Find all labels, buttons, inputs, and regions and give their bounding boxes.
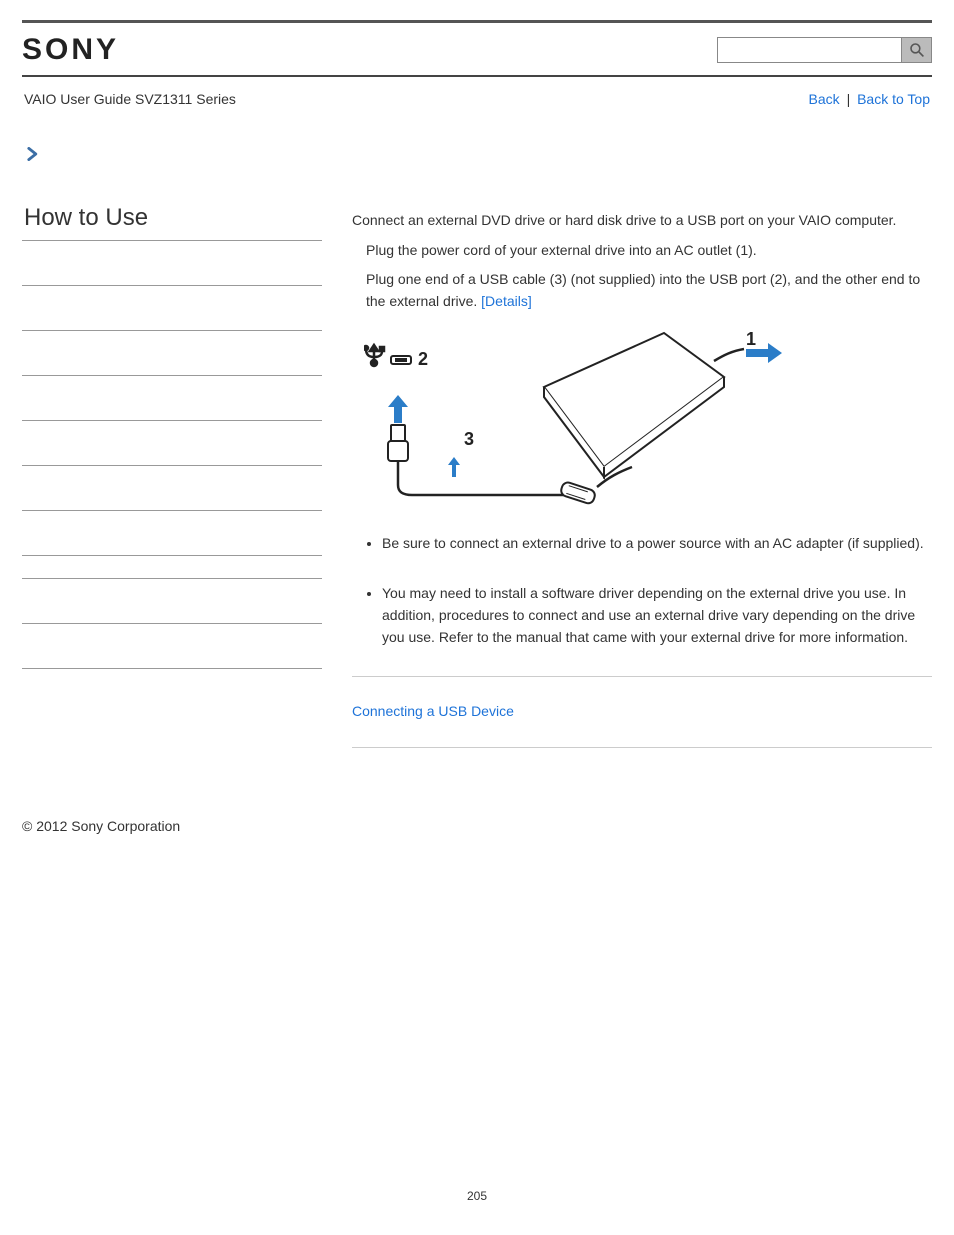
breadcrumb-arrow: [22, 117, 932, 174]
page-number: 205: [0, 1189, 954, 1203]
step-2-text: Plug one end of a USB cable (3) (not sup…: [366, 271, 920, 309]
sub-header: VAIO User Guide SVZ1311 Series Back | Ba…: [22, 77, 932, 117]
related-link[interactable]: Connecting a USB Device: [352, 703, 514, 719]
search-area: [717, 37, 932, 63]
sidebar-row: [22, 511, 322, 556]
main-content: Connect an external DVD drive or hard di…: [352, 204, 932, 772]
diagram-label-2: 2: [418, 349, 428, 369]
back-to-top-link[interactable]: Back to Top: [857, 91, 930, 107]
sidebar-row: [22, 624, 322, 669]
sidebar-heading: How to Use: [24, 204, 322, 232]
sidebar-row: [22, 286, 322, 331]
sidebar-row: [22, 241, 322, 286]
search-input[interactable]: [717, 37, 902, 63]
separator: |: [844, 91, 854, 107]
step-1: Plug the power cord of your external dri…: [352, 240, 932, 262]
sidebar-row: [22, 331, 322, 376]
sony-logo: SONY: [22, 33, 119, 67]
note-bullet-1: Be sure to connect an external drive to …: [382, 533, 932, 555]
details-link[interactable]: [Details]: [481, 293, 532, 309]
diagram-label-1: 1: [746, 329, 756, 349]
search-button[interactable]: [902, 37, 932, 63]
intro-text: Connect an external DVD drive or hard di…: [352, 210, 932, 232]
chevron-right-icon: [26, 147, 40, 161]
diagram-label-3: 3: [464, 429, 474, 449]
sidebar: How to Use: [22, 204, 322, 772]
nav-links: Back | Back to Top: [809, 91, 930, 107]
sidebar-row: [22, 466, 322, 511]
divider: [352, 676, 932, 677]
note-bullet-2: You may need to install a software drive…: [382, 583, 932, 648]
divider: [352, 747, 932, 748]
sidebar-row: [22, 579, 322, 624]
sidebar-row: [22, 421, 322, 466]
connection-diagram: 2 3: [364, 327, 932, 514]
guide-title: VAIO User Guide SVZ1311 Series: [24, 91, 236, 107]
copyright: © 2012 Sony Corporation: [22, 818, 932, 834]
sidebar-row: [22, 376, 322, 421]
top-bar: SONY: [22, 20, 932, 77]
back-link[interactable]: Back: [809, 91, 840, 107]
search-icon: [909, 42, 925, 58]
step-2: Plug one end of a USB cable (3) (not sup…: [352, 269, 932, 312]
